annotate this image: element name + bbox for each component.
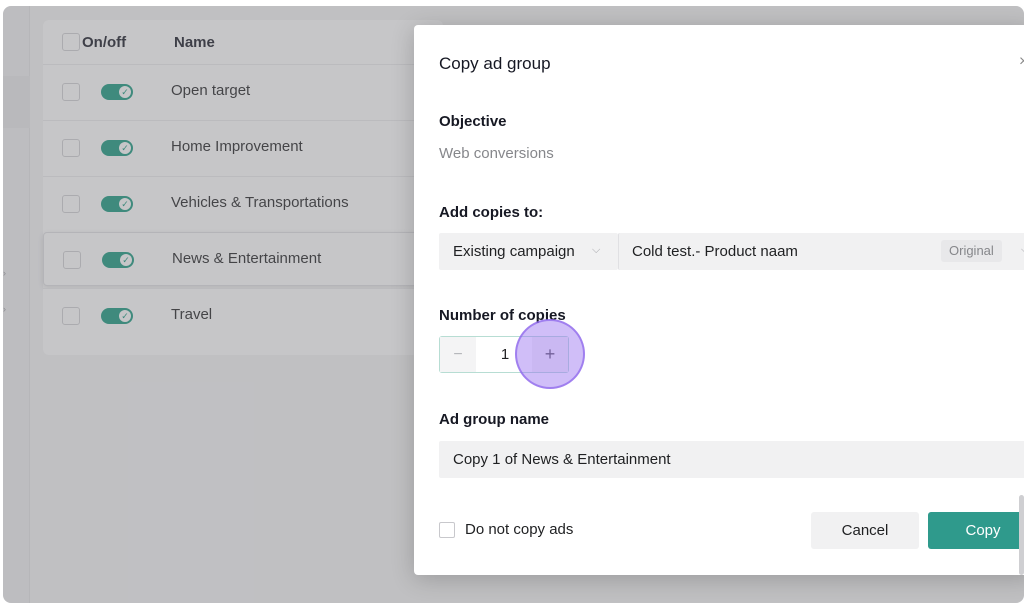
- dialog-title: Copy ad group: [439, 54, 551, 73]
- campaign-name-value: Cold test.- Product naam: [632, 243, 798, 260]
- campaign-type-value: Existing campaign: [453, 243, 575, 260]
- cancel-button[interactable]: Cancel: [811, 512, 919, 549]
- campaign-type-select[interactable]: Existing campaign ⌵: [439, 233, 618, 270]
- objective-label: Objective: [439, 113, 507, 130]
- scroll-edge: [1019, 495, 1024, 575]
- do-not-copy-ads-checkbox[interactable]: [439, 522, 455, 538]
- copy-ad-group-dialog: Copy ad group × Objective Web conversion…: [414, 25, 1024, 575]
- chevron-down-icon: ⌵: [592, 244, 601, 256]
- campaign-select[interactable]: Cold test.- Product naam Original ⌵: [618, 233, 1024, 270]
- copy-button[interactable]: Copy: [928, 512, 1024, 549]
- ad-group-name-label: Ad group name: [439, 411, 550, 428]
- ad-group-name-input[interactable]: Copy 1 of News & Entertainment: [439, 441, 1024, 478]
- close-icon[interactable]: ×: [1019, 53, 1024, 71]
- ad-group-name-value: Copy 1 of News & Entertainment: [453, 451, 671, 468]
- original-badge: Original: [941, 240, 1002, 262]
- objective-value: Web conversions: [439, 145, 554, 162]
- click-highlight: [515, 319, 585, 389]
- decrement-button[interactable]: −: [440, 337, 476, 372]
- do-not-copy-ads-label[interactable]: Do not copy ads: [465, 521, 573, 538]
- add-copies-label: Add copies to:: [439, 204, 544, 221]
